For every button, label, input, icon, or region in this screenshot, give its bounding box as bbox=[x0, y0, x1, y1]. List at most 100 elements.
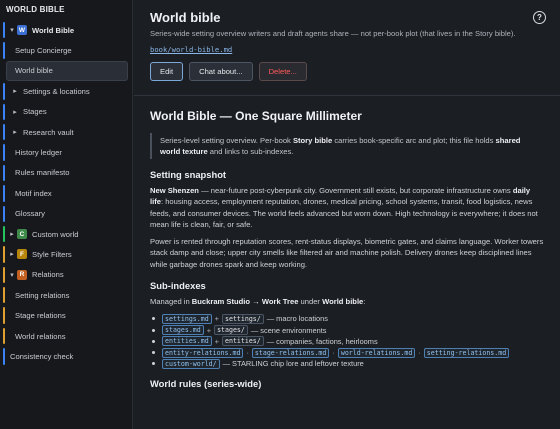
sidebar-item-accent bbox=[3, 185, 5, 202]
sidebar-item-history-ledger[interactable]: History ledger bbox=[0, 142, 132, 162]
style-filters-icon: F bbox=[17, 249, 27, 260]
paragraph-text: — near-future post-cyberpunk city. Gover… bbox=[198, 186, 513, 195]
file-path-link[interactable]: book/world-bible.md bbox=[150, 45, 544, 54]
sidebar-item-settings-locations[interactable]: ▸ Settings & locations bbox=[0, 81, 132, 101]
sidebar-header: WORLD BIBLE bbox=[6, 5, 65, 14]
sidebar-item-label: Research vault bbox=[23, 127, 74, 137]
paragraph: Managed in Buckram Studio → Work Tree un… bbox=[150, 296, 544, 307]
code-span: stages/ bbox=[214, 325, 248, 336]
chevron-down-icon: ▾ bbox=[10, 271, 14, 279]
sidebar-item-accent bbox=[3, 83, 5, 100]
plus-separator: + bbox=[214, 336, 219, 346]
chevron-right-icon: ▸ bbox=[13, 88, 17, 96]
sidebar-item-label: Glossary bbox=[15, 209, 45, 219]
chevron-right-icon: ▸ bbox=[10, 251, 14, 259]
paragraph: New Shenzen — near-future post-cyberpunk… bbox=[150, 185, 544, 230]
sidebar-item-motif-index[interactable]: Motif index bbox=[0, 183, 132, 203]
quote-text: Series-level setting overview. Per-book bbox=[160, 136, 293, 145]
sidebar-item-accent bbox=[3, 123, 5, 141]
sidebar-item-label: Style Filters bbox=[32, 249, 72, 259]
quote-bold: Story bible bbox=[292, 136, 333, 145]
sidebar-item-world-relations[interactable]: World relations bbox=[0, 326, 132, 346]
bullet bbox=[152, 317, 155, 321]
sidebar-item-setup-concierge[interactable]: Setup Concierge bbox=[0, 40, 132, 60]
page-subtitle: Series-wide setting overview writers and… bbox=[150, 29, 516, 38]
code-link[interactable]: stages.md bbox=[162, 325, 204, 336]
custom-world-icon: C bbox=[17, 229, 27, 240]
list-item-text: — companies, factions, heirlooms bbox=[266, 336, 378, 346]
paragraph: Power is rented through reputation score… bbox=[150, 237, 544, 269]
sidebar-item-label: Setup Concierge bbox=[15, 46, 72, 56]
sidebar-item-label: Stage relations bbox=[15, 311, 66, 321]
bullet bbox=[152, 339, 155, 343]
dot-separator: · bbox=[332, 348, 335, 358]
sidebar-item-research-vault[interactable]: ▸ Research vault bbox=[0, 122, 132, 142]
list-item-text: — STARLING chip lore and leftover textur… bbox=[222, 359, 364, 369]
page-header: World bible Series-wide setting overview… bbox=[134, 0, 560, 96]
sidebar-item-accent bbox=[3, 246, 5, 263]
sidebar-item-custom-world[interactable]: ▸ C Custom world bbox=[0, 224, 132, 244]
chevron-right-icon: ▸ bbox=[10, 231, 14, 239]
bullet bbox=[152, 362, 155, 366]
code-link[interactable]: custom-world/ bbox=[162, 358, 220, 369]
sidebar-item-consistency-check[interactable]: Consistency check bbox=[0, 346, 132, 366]
section-heading-sub-indexes: Sub-indexes bbox=[150, 280, 206, 292]
chat-about-button[interactable]: Chat about... bbox=[189, 62, 253, 81]
sidebar-item-label: World relations bbox=[15, 331, 66, 341]
sidebar-item-world-bible-page[interactable]: World bible bbox=[6, 60, 128, 82]
sidebar-item-stage-relations[interactable]: Stage relations bbox=[0, 305, 132, 325]
sidebar-item-label: Motif index bbox=[15, 188, 52, 198]
sidebar-item-glossary[interactable]: Glossary bbox=[0, 204, 132, 224]
code-span: settings/ bbox=[222, 313, 264, 324]
chevron-down-icon: ▾ bbox=[10, 27, 14, 35]
page-title: World bible bbox=[150, 10, 221, 25]
sidebar-item-setting-relations[interactable]: Setting relations bbox=[0, 285, 132, 305]
code-link[interactable]: settings.md bbox=[162, 313, 212, 324]
delete-button[interactable]: Delete... bbox=[258, 62, 307, 81]
list-item: entity-relations.md · stage-relations.md… bbox=[150, 347, 544, 358]
sidebar-item-accent bbox=[3, 205, 5, 222]
plus-separator: + bbox=[206, 325, 212, 335]
code-link[interactable]: world-relations.md bbox=[337, 347, 416, 358]
paragraph-text: : bbox=[363, 297, 366, 307]
sidebar-item-label: World bible bbox=[15, 66, 53, 76]
blockquote: Series-level setting overview. Per-book … bbox=[150, 133, 544, 159]
bold-text: Buckram Studio → Work Tree bbox=[191, 297, 299, 307]
sidebar-item-label: Settings & locations bbox=[23, 86, 90, 96]
sidebar-item-style-filters[interactable]: ▸ F Style Filters bbox=[0, 244, 132, 264]
sidebar-item-relations[interactable]: ▾ R Relations bbox=[0, 265, 132, 285]
sidebar-item-accent bbox=[3, 103, 5, 120]
action-buttons: Edit Chat about... Delete... bbox=[150, 62, 544, 81]
sidebar-item-stages[interactable]: ▸ Stages bbox=[0, 102, 132, 122]
main-panel: World bible Series-wide setting overview… bbox=[134, 0, 560, 429]
help-icon[interactable]: ? bbox=[533, 11, 546, 24]
sidebar-item-accent bbox=[3, 348, 5, 365]
sidebar-item-world-bible[interactable]: ▾ W World Bible bbox=[0, 20, 132, 40]
sidebar-item-accent bbox=[3, 287, 5, 304]
sidebar-item-label: Stages bbox=[23, 107, 47, 117]
code-link[interactable]: setting-relations.md bbox=[423, 347, 510, 358]
bullet bbox=[152, 351, 155, 355]
edit-button[interactable]: Edit bbox=[150, 62, 184, 81]
sidebar-item-label: Custom world bbox=[32, 229, 79, 239]
paragraph-text: Managed in bbox=[150, 297, 192, 307]
code-link[interactable]: entity-relations.md bbox=[162, 347, 244, 358]
code-link[interactable]: entities.md bbox=[162, 336, 212, 347]
paragraph-text: under bbox=[298, 297, 323, 307]
code-link[interactable]: stage-relations.md bbox=[251, 347, 330, 358]
document-content: World Bible — One Square Millimeter Seri… bbox=[134, 96, 560, 389]
relations-icon: R bbox=[17, 269, 27, 280]
sidebar-item-accent bbox=[3, 307, 5, 324]
sidebar-item-label: Rules manifesto bbox=[15, 168, 70, 178]
dot-separator: · bbox=[246, 348, 249, 358]
list-item: entities.md + entities/ — companies, fac… bbox=[150, 336, 544, 347]
sidebar-item-accent bbox=[3, 22, 5, 39]
sidebar-item-accent bbox=[3, 266, 5, 284]
world-bible-icon: W bbox=[17, 25, 27, 36]
sidebar-item-label: World Bible bbox=[32, 25, 75, 35]
sidebar-item-accent bbox=[3, 164, 5, 182]
sidebar-item-label: History ledger bbox=[15, 148, 62, 158]
section-heading-world-rules: World rules (series-wide) bbox=[150, 378, 262, 390]
bold-text: World bible bbox=[322, 297, 364, 307]
sidebar-item-rules-manifesto[interactable]: Rules manifesto bbox=[0, 163, 132, 183]
